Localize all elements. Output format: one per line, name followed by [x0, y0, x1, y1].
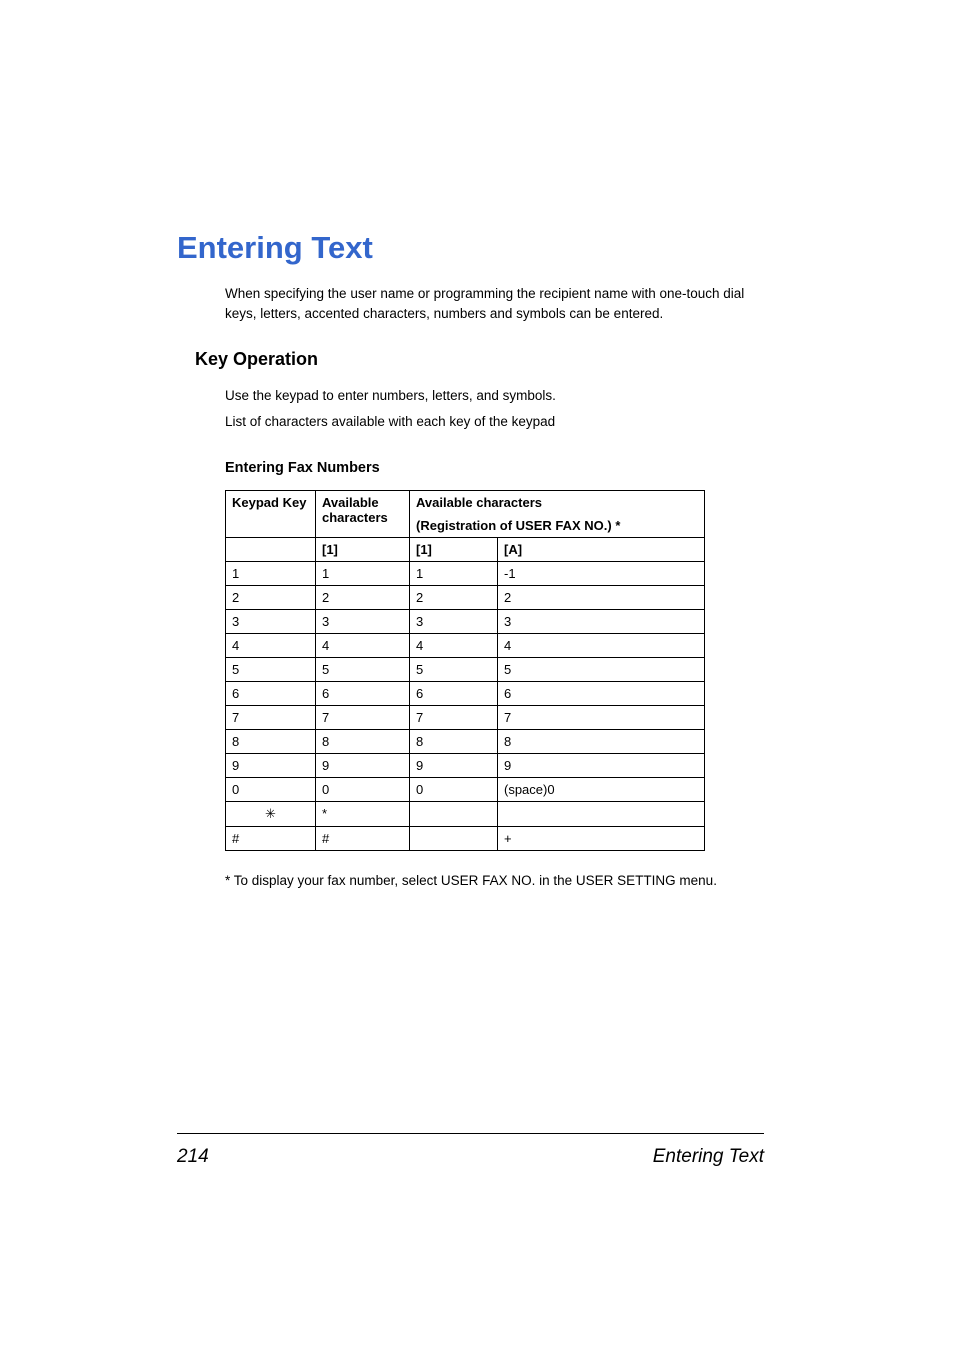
cell-b: 2	[410, 586, 498, 610]
page-footer: 214 Entering Text	[177, 1133, 764, 1168]
cell-c: 8	[498, 730, 705, 754]
table-row: 6 6 6 6	[226, 682, 705, 706]
cell-c: -1	[498, 562, 705, 586]
cell-key: ✳	[226, 802, 316, 827]
cell-a: 5	[316, 658, 410, 682]
cell-b: 9	[410, 754, 498, 778]
keypad-table: Keypad Key Available characters Availabl…	[225, 490, 705, 851]
sub-heading: Key Operation	[195, 349, 764, 370]
cell-key: #	[226, 827, 316, 851]
cell-c: 9	[498, 754, 705, 778]
table-row: 7 7 7 7	[226, 706, 705, 730]
cell-a: 1	[316, 562, 410, 586]
intro-paragraph: When specifying the user name or program…	[225, 284, 764, 325]
header-available-chars: Available characters	[316, 491, 410, 538]
footer-rule	[177, 1133, 764, 1134]
table-title: Entering Fax Numbers	[225, 460, 764, 476]
cell-b: 4	[410, 634, 498, 658]
cell-b: 5	[410, 658, 498, 682]
cell-c	[498, 802, 705, 827]
cell-key: 5	[226, 658, 316, 682]
cell-key: 6	[226, 682, 316, 706]
header-blank	[226, 538, 316, 562]
cell-c: 5	[498, 658, 705, 682]
cell-key: 1	[226, 562, 316, 586]
header-col1: [1]	[316, 538, 410, 562]
cell-a: 7	[316, 706, 410, 730]
body-paragraph-2: List of characters available with each k…	[225, 412, 764, 432]
cell-a: #	[316, 827, 410, 851]
table-row: ✳ *	[226, 802, 705, 827]
asterisk-icon: ✳	[265, 806, 276, 821]
cell-a: 2	[316, 586, 410, 610]
cell-a: 6	[316, 682, 410, 706]
cell-b: 7	[410, 706, 498, 730]
cell-c: (space)0	[498, 778, 705, 802]
cell-b	[410, 827, 498, 851]
footer-section: Entering Text	[653, 1146, 764, 1168]
cell-key: 9	[226, 754, 316, 778]
header-registration: (Registration of USER FAX NO.) *	[410, 514, 705, 538]
cell-b	[410, 802, 498, 827]
header-available-chars-top: Available characters	[410, 491, 705, 515]
cell-c: 2	[498, 586, 705, 610]
table-row: 1 1 1 -1	[226, 562, 705, 586]
header-col3: [A]	[498, 538, 705, 562]
cell-b: 1	[410, 562, 498, 586]
table-row: 2 2 2 2	[226, 586, 705, 610]
cell-key: 2	[226, 586, 316, 610]
cell-key: 3	[226, 610, 316, 634]
cell-a: 4	[316, 634, 410, 658]
page-number: 214	[177, 1146, 209, 1168]
table-row: 5 5 5 5	[226, 658, 705, 682]
cell-b: 3	[410, 610, 498, 634]
cell-a: *	[316, 802, 410, 827]
cell-b: 6	[410, 682, 498, 706]
cell-c: +	[498, 827, 705, 851]
table-row: 8 8 8 8	[226, 730, 705, 754]
table-row: 0 0 0 (space)0	[226, 778, 705, 802]
cell-a: 8	[316, 730, 410, 754]
main-heading: Entering Text	[177, 230, 764, 266]
footnote: * To display your fax number, select USE…	[225, 871, 764, 891]
cell-b: 0	[410, 778, 498, 802]
cell-key: 0	[226, 778, 316, 802]
table-row: 9 9 9 9	[226, 754, 705, 778]
cell-a: 9	[316, 754, 410, 778]
header-col2: [1]	[410, 538, 498, 562]
cell-c: 7	[498, 706, 705, 730]
cell-key: 8	[226, 730, 316, 754]
cell-c: 3	[498, 610, 705, 634]
cell-c: 4	[498, 634, 705, 658]
cell-key: 4	[226, 634, 316, 658]
cell-key: 7	[226, 706, 316, 730]
body-paragraph-1: Use the keypad to enter numbers, letters…	[225, 386, 764, 406]
table-row: 4 4 4 4	[226, 634, 705, 658]
header-keypad-key: Keypad Key	[226, 491, 316, 538]
table-row: 3 3 3 3	[226, 610, 705, 634]
cell-a: 3	[316, 610, 410, 634]
cell-c: 6	[498, 682, 705, 706]
cell-a: 0	[316, 778, 410, 802]
table-row: # # +	[226, 827, 705, 851]
cell-b: 8	[410, 730, 498, 754]
